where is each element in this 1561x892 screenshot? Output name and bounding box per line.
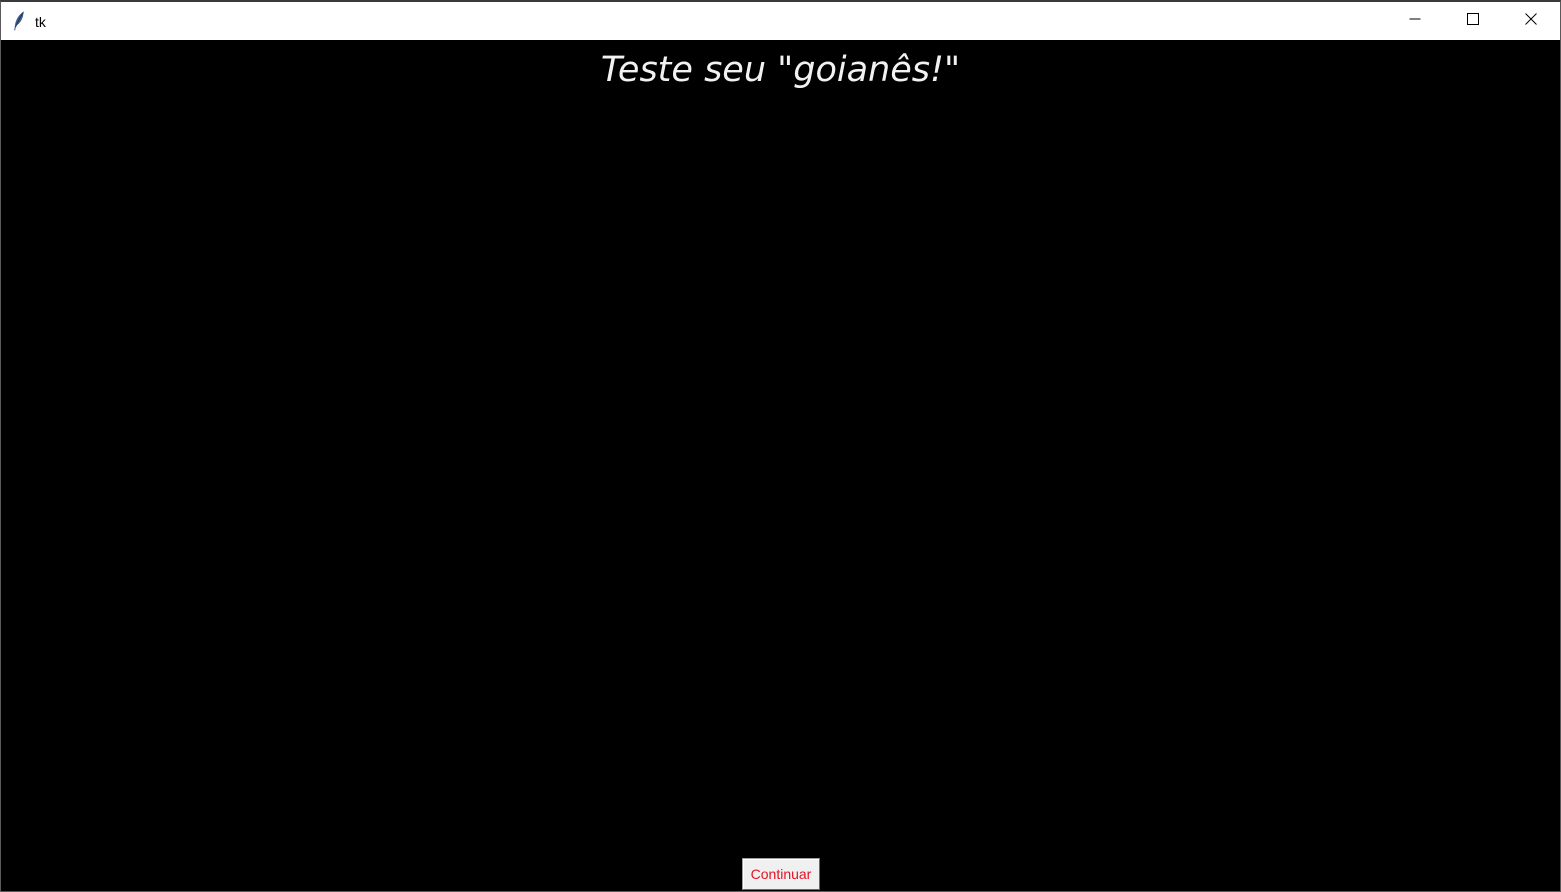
window-controls <box>1386 2 1560 40</box>
close-icon <box>1525 12 1537 30</box>
maximize-icon <box>1467 12 1479 30</box>
minimize-icon <box>1409 12 1421 30</box>
minimize-button[interactable] <box>1386 2 1444 40</box>
maximize-button[interactable] <box>1444 2 1502 40</box>
page-title: Teste seu "goianês!" <box>600 50 961 90</box>
title-bar[interactable]: tk <box>1 2 1560 40</box>
close-button[interactable] <box>1502 2 1560 40</box>
main-canvas: Teste seu "goianês!" Continuar <box>1 40 1560 891</box>
continue-button[interactable]: Continuar <box>742 858 820 890</box>
window-title: tk <box>35 13 46 30</box>
feather-icon <box>12 11 26 31</box>
app-window: tk Teste seu "goianês!" Continuar <box>0 0 1561 892</box>
